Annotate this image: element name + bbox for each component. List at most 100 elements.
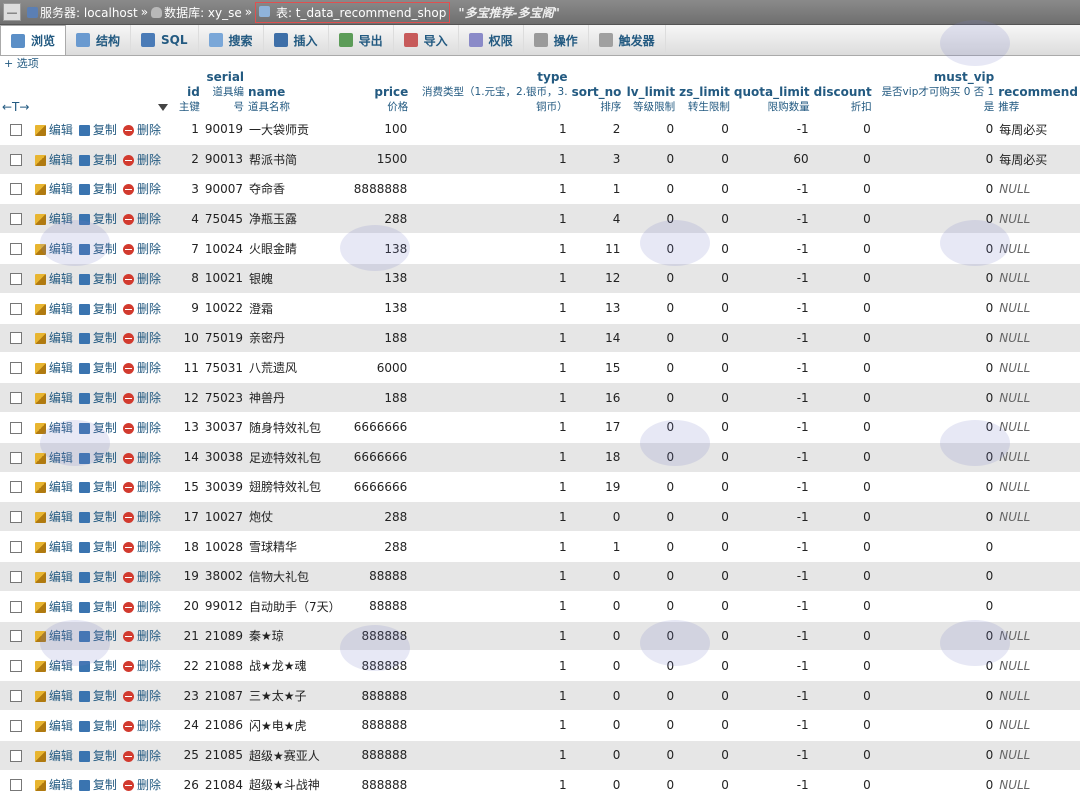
cell-must-vip[interactable]: 0	[873, 411, 997, 443]
row-checkbox[interactable]	[9, 183, 22, 196]
row-checkbox[interactable]	[9, 481, 22, 494]
cell-must-vip[interactable]: 0	[873, 441, 997, 473]
cell-id[interactable]: 24	[169, 709, 202, 741]
row-checkbox[interactable]	[9, 392, 22, 405]
cell-quota-limit[interactable]: -1	[731, 739, 812, 771]
table-row[interactable]: 编辑 复制 删除 11 75031 八荒遗风 6000 1 15 0 0 -1 0 0 NULL	[0, 352, 1080, 383]
cell-lv-limit[interactable]: 0	[623, 650, 678, 681]
row-checkbox[interactable]	[9, 541, 22, 554]
cell-type[interactable]: 1	[410, 143, 570, 175]
tab-insert[interactable]: 插入	[264, 25, 329, 55]
table-row[interactable]: 编辑 复制 删除 23 21087 三★太★子 888888 1 0 0 0 -1 0 0 NULL	[0, 680, 1080, 711]
tab-operations[interactable]: 操作	[524, 25, 589, 55]
row-checkbox[interactable]	[9, 749, 22, 762]
cell-sort-no[interactable]: 2	[569, 114, 624, 145]
cell-name[interactable]: 秦★琼	[246, 620, 344, 651]
cell-quota-limit[interactable]: -1	[731, 382, 812, 413]
cell-name[interactable]: 超级★斗战神	[246, 769, 344, 799]
cell-quota-limit[interactable]: -1	[731, 262, 812, 294]
table-row[interactable]: 编辑 复制 删除 8 10021 银魄 138 1 12 0 0 -1 0 0 NULL	[0, 262, 1080, 294]
cell-price[interactable]: 138	[343, 262, 411, 294]
cell-discount[interactable]: 0	[811, 620, 874, 651]
edit-row-link[interactable]: 编辑	[34, 689, 73, 703]
cell-price[interactable]: 888888	[343, 650, 411, 681]
cell-quota-limit[interactable]: -1	[731, 203, 812, 234]
cell-name[interactable]: 闪★电★虎	[246, 709, 344, 741]
row-checkbox[interactable]	[9, 272, 22, 285]
cell-name[interactable]: 雪球精华	[246, 531, 344, 562]
edit-row-link[interactable]: 编辑	[34, 570, 73, 584]
cell-recommend[interactable]: NULL	[996, 203, 1080, 234]
delete-row-link[interactable]: 删除	[122, 272, 161, 286]
cell-recommend[interactable]: NULL	[996, 322, 1080, 353]
cell-type[interactable]: 1	[410, 471, 570, 502]
row-checkbox[interactable]	[9, 123, 22, 136]
cell-discount[interactable]: 0	[811, 382, 874, 413]
cell-name[interactable]: 火眼金睛	[246, 233, 344, 264]
delete-row-link[interactable]: 删除	[122, 510, 161, 524]
cell-discount[interactable]: 0	[811, 471, 874, 502]
column-header-zs_limit[interactable]: zs_limit 转生限制	[677, 70, 732, 115]
cell-price[interactable]: 88888	[343, 560, 411, 592]
delete-row-link[interactable]: 删除	[122, 391, 161, 405]
cell-type[interactable]: 1	[410, 292, 570, 324]
cell-discount[interactable]: 0	[811, 501, 874, 532]
cell-lv-limit[interactable]: 0	[623, 322, 678, 353]
cell-sort-no[interactable]: 14	[569, 322, 624, 353]
column-header-discount[interactable]: discount 折扣	[811, 70, 874, 115]
column-header-name[interactable]: name 道具名称	[246, 70, 344, 115]
column-header-quota_limit[interactable]: quota_limit 限购数量	[731, 70, 812, 115]
cell-name[interactable]: 翅膀特效礼包	[246, 471, 344, 502]
cell-type[interactable]: 1	[410, 441, 570, 473]
cell-price[interactable]: 1500	[343, 143, 411, 175]
cell-quota-limit[interactable]: 60	[731, 143, 812, 175]
cell-discount[interactable]: 0	[811, 769, 874, 799]
tab-structure[interactable]: 结构	[66, 25, 132, 55]
cell-recommend[interactable]: NULL	[996, 501, 1080, 532]
cell-discount[interactable]: 0	[811, 441, 874, 473]
cell-must-vip[interactable]: 0	[873, 650, 997, 681]
edit-row-link[interactable]: 编辑	[34, 749, 73, 763]
sort-dropdown-icon[interactable]	[157, 104, 168, 111]
copy-row-link[interactable]: 复制	[78, 629, 117, 643]
cell-type[interactable]: 1	[410, 680, 570, 711]
column-header-serial[interactable]: serial 道具编号	[201, 70, 247, 115]
table-row[interactable]: 编辑 复制 删除 18 10028 雪球精华 288 1 1 0 0 -1 0 0	[0, 531, 1080, 562]
delete-row-link[interactable]: 删除	[122, 570, 161, 584]
cell-serial[interactable]: 10028	[201, 531, 247, 562]
cell-must-vip[interactable]: 0	[873, 352, 997, 383]
cell-must-vip[interactable]: 0	[873, 769, 997, 799]
table-row[interactable]: 编辑 复制 删除 3 90007 夺命香 8888888 1 1 0 0 -1 0 0 NULL	[0, 173, 1080, 204]
cell-must-vip[interactable]: 0	[873, 680, 997, 711]
column-name[interactable]: lv_limit	[627, 85, 676, 99]
tab-triggers[interactable]: 触发器	[589, 25, 666, 55]
cell-recommend[interactable]: NULL	[996, 441, 1080, 473]
column-toggle-header[interactable]: ←T→	[0, 70, 32, 115]
cell-recommend[interactable]: NULL	[996, 769, 1080, 799]
cell-type[interactable]: 1	[410, 203, 570, 234]
cell-price[interactable]: 288	[343, 531, 411, 562]
edit-row-link[interactable]: 编辑	[34, 540, 73, 554]
cell-discount[interactable]: 0	[811, 590, 874, 622]
cell-sort-no[interactable]: 0	[569, 560, 624, 592]
copy-row-link[interactable]: 复制	[78, 659, 117, 673]
cell-serial[interactable]: 75019	[201, 322, 247, 353]
copy-row-link[interactable]: 复制	[78, 600, 117, 614]
cell-recommend[interactable]: NULL	[996, 233, 1080, 264]
cell-sort-no[interactable]: 0	[569, 739, 624, 771]
collapse-button[interactable]: —	[3, 3, 21, 21]
cell-id[interactable]: 26	[169, 769, 202, 799]
copy-row-link[interactable]: 复制	[78, 302, 117, 316]
cell-lv-limit[interactable]: 0	[623, 143, 678, 175]
table-row[interactable]: 编辑 复制 删除 22 21088 战★龙★魂 888888 1 0 0 0 -1 0 0 NULL	[0, 650, 1080, 681]
cell-zs-limit[interactable]: 0	[677, 471, 732, 502]
cell-type[interactable]: 1	[410, 233, 570, 264]
copy-row-link[interactable]: 复制	[78, 242, 117, 256]
edit-row-link[interactable]: 编辑	[34, 153, 73, 167]
cell-lv-limit[interactable]: 0	[623, 441, 678, 473]
cell-serial[interactable]: 21086	[201, 709, 247, 741]
cell-type[interactable]: 1	[410, 620, 570, 651]
cell-price[interactable]: 138	[343, 233, 411, 264]
table-row[interactable]: 编辑 复制 删除 10 75019 亲密丹 188 1 14 0 0 -1 0 0 NULL	[0, 322, 1080, 353]
edit-row-link[interactable]: 编辑	[34, 272, 73, 286]
